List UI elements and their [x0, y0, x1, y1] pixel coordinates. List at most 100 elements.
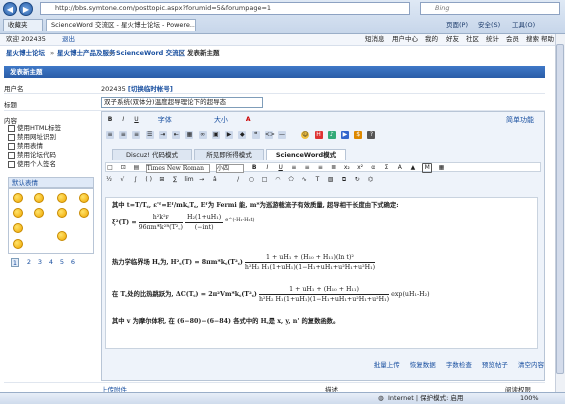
userbar-link[interactable]: 我的 [425, 34, 438, 45]
menu-tools[interactable]: 工具(O) [512, 20, 535, 30]
editor-content[interactable]: 其中 t=T/T꜀, ε'ᶠ=Eᶠ/mk꜀T꜀, Eᶠ为 Fermi 能, m*… [105, 197, 538, 349]
align-left-icon[interactable]: ≡ [290, 164, 298, 172]
indent-icon[interactable]: ⇥ [158, 131, 167, 139]
smiley-icon[interactable] [57, 208, 67, 218]
smilies-tab[interactable]: 默认表情 [8, 177, 94, 188]
curve-icon[interactable]: ∿ [300, 176, 308, 184]
reward-icon[interactable]: $ [354, 131, 363, 139]
polygon-icon[interactable]: ⬠ [287, 176, 295, 184]
batch-upload-link[interactable]: 批量上传 [374, 361, 400, 369]
bracket-icon[interactable]: ( ) [145, 176, 153, 184]
arc-icon[interactable]: ◠ [274, 176, 282, 184]
userbar-link[interactable]: 帮助 [541, 34, 554, 45]
code-icon[interactable]: <> [264, 131, 275, 139]
media-icon[interactable]: ▶ [225, 131, 234, 139]
bold-icon[interactable]: B [250, 164, 258, 172]
arrow-icon[interactable]: → [198, 176, 206, 184]
group-icon[interactable]: ⧉ [340, 176, 348, 184]
table-icon[interactable]: ▦ [437, 164, 445, 172]
align-center-icon[interactable]: ≡ [119, 131, 128, 139]
text-color-icon[interactable]: A [396, 164, 404, 172]
underline-icon[interactable]: U [277, 164, 285, 172]
smiley-icon[interactable] [34, 193, 44, 203]
userbar-link[interactable]: 好友 [446, 34, 459, 45]
quote-icon[interactable]: ❝ [251, 131, 260, 139]
option-bbcode[interactable]: 禁用论坛代码 [8, 151, 56, 159]
textbox-icon[interactable]: T [314, 176, 322, 184]
integral-icon[interactable]: ∫ [131, 176, 139, 184]
hr-icon[interactable]: — [278, 131, 287, 139]
breadcrumb-item[interactable]: ScienceWord 交流区 [116, 46, 185, 60]
rect-icon[interactable]: □ [261, 176, 269, 184]
table-icon[interactable]: ▦ [185, 131, 194, 139]
underline-icon[interactable]: U [132, 116, 140, 124]
italic-icon[interactable]: I [263, 164, 271, 172]
link-icon[interactable]: ∞ [198, 131, 207, 139]
word-count-link[interactable]: 字数检查 [446, 361, 472, 369]
logout-link[interactable]: 退出 [62, 34, 75, 45]
limit-icon[interactable]: lim [184, 176, 193, 184]
tab-discuz-code[interactable]: Discuz! 代码模式 [112, 149, 192, 160]
align-right-icon[interactable]: ≡ [132, 131, 141, 139]
flash-icon[interactable]: ◆ [238, 131, 247, 139]
userbar-link[interactable]: 会员 [506, 34, 519, 45]
favorites-button[interactable]: 收藏夹 [3, 19, 43, 31]
smilies-page-5[interactable]: 5 [58, 258, 66, 267]
accent-icon[interactable]: â [211, 176, 219, 184]
smiley-icon[interactable] [13, 239, 23, 249]
tab-scienceword[interactable]: ScienceWord模式 [266, 149, 346, 160]
rotate-icon[interactable]: ↻ [353, 176, 361, 184]
new-icon[interactable]: □ [106, 164, 114, 172]
justify-icon[interactable]: ≣ [330, 164, 338, 172]
restore-data-link[interactable]: 恢复数据 [410, 361, 436, 369]
userbar-link[interactable]: 社区 [466, 34, 479, 45]
tab-current[interactable]: ScienceWord 交流区 - 星火博士论坛 - Powere... [46, 19, 196, 31]
smiley-icon[interactable] [34, 208, 44, 218]
sigma-icon[interactable]: Σ [383, 164, 391, 172]
audio-icon[interactable]: ♪ [327, 131, 336, 139]
smilies-page-3[interactable]: 3 [36, 258, 44, 267]
smiley-icon[interactable] [13, 223, 23, 233]
align-center-icon[interactable]: ≡ [303, 164, 311, 172]
userbar-link[interactable]: 用户中心 [392, 34, 418, 45]
open-icon[interactable]: ⊡ [119, 164, 127, 172]
userbar-link[interactable]: 统计 [486, 34, 499, 45]
chem-icon[interactable]: ⌬ [366, 176, 374, 184]
tab-wysiwyg[interactable]: 所见即所得模式 [194, 149, 264, 160]
smiley-icon[interactable] [57, 193, 67, 203]
clear-content-link[interactable]: 清空内容 [518, 361, 544, 369]
smilies-page-2[interactable]: 2 [25, 258, 33, 267]
align-right-icon[interactable]: ≡ [316, 164, 324, 172]
option-html[interactable]: 使用HTML标签 [8, 124, 61, 132]
help-icon[interactable]: ? [367, 131, 376, 139]
align-left-icon[interactable]: ≡ [106, 131, 114, 139]
matrix-icon[interactable]: ⊞ [158, 176, 166, 184]
bold-icon[interactable]: B [106, 116, 114, 124]
menu-page[interactable]: 页面(P) [446, 20, 468, 30]
save-icon[interactable]: ▤ [132, 164, 140, 172]
title-input[interactable]: 双子系统(双体分)温度超导理论下的超导态 [101, 97, 263, 108]
highlight-icon[interactable]: ▲ [409, 164, 417, 172]
math-mode-icon[interactable]: M [422, 163, 433, 173]
greek-icon[interactable]: α [369, 164, 377, 172]
emoticon-icon[interactable]: ☺ [301, 131, 310, 139]
option-url[interactable]: 禁用网址识别 [8, 133, 56, 141]
superscript-icon[interactable]: x² [356, 164, 364, 172]
smiley-icon[interactable] [57, 231, 67, 241]
font-select[interactable]: 字体 [158, 116, 172, 124]
font-size-select[interactable]: 小四 [215, 163, 244, 173]
zoom-level[interactable]: 100% [520, 393, 539, 404]
image-icon[interactable]: ▣ [211, 131, 220, 139]
smilies-page-4[interactable]: 4 [47, 258, 55, 267]
hide-icon[interactable]: H [314, 131, 323, 139]
size-select[interactable]: 大小 [214, 116, 228, 124]
smiley-icon[interactable] [79, 193, 89, 203]
sum-icon[interactable]: ∑ [171, 176, 179, 184]
search-input[interactable]: Bing [420, 2, 560, 15]
back-icon[interactable]: ◀ [3, 2, 17, 16]
outdent-icon[interactable]: ⇤ [172, 131, 181, 139]
switch-account-link[interactable]: [切换临时帐号] [128, 85, 173, 93]
breadcrumb-item[interactable]: 星火博士论坛 [6, 46, 45, 60]
smilies-page-6[interactable]: 6 [69, 258, 77, 267]
simple-mode-link[interactable]: 简单功能 [506, 115, 534, 125]
